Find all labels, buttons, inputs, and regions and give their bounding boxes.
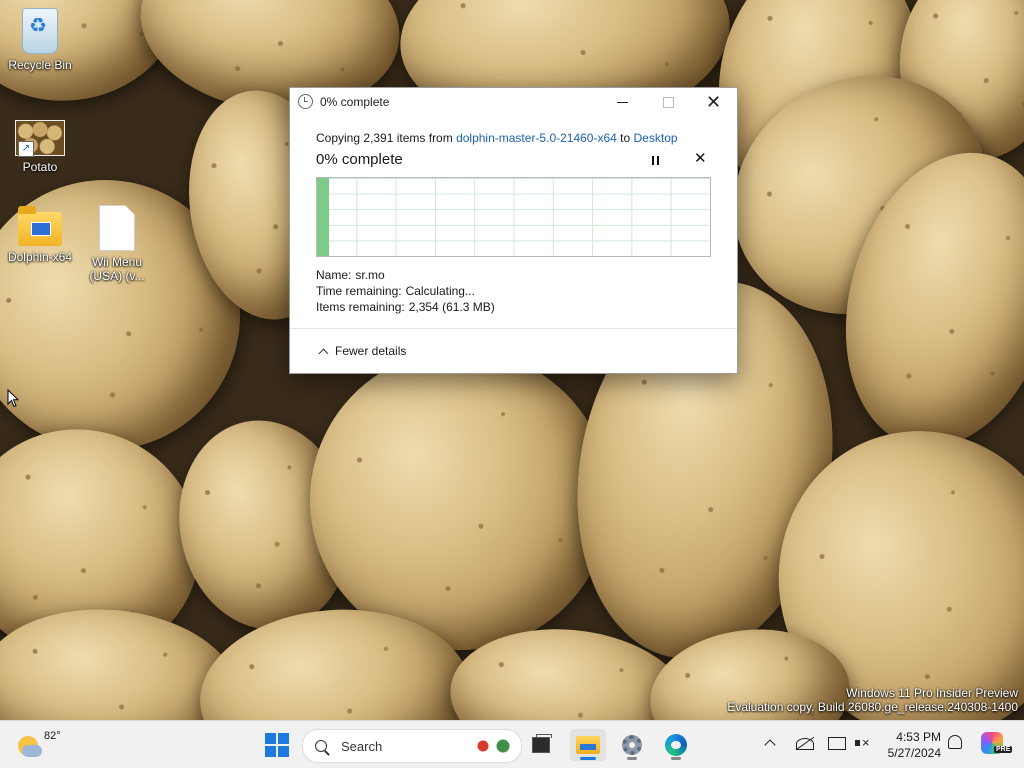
time-label: Time remaining: bbox=[316, 284, 402, 298]
file-icon bbox=[99, 205, 135, 251]
minimize-button[interactable] bbox=[600, 88, 645, 116]
dialog-titlebar[interactable]: 0% complete ✕ bbox=[290, 88, 737, 116]
windows-logo-icon bbox=[265, 733, 276, 744]
desktop-icon-label: Dolphin-x64 bbox=[7, 250, 73, 264]
volume-muted-icon[interactable] bbox=[855, 735, 871, 752]
chevron-up-icon bbox=[318, 348, 329, 358]
image-shortcut-icon: ↗ bbox=[15, 120, 65, 157]
windows-logo-icon bbox=[278, 746, 289, 757]
weather-icon bbox=[18, 736, 42, 757]
detail-name: Name: sr.mo bbox=[316, 268, 385, 282]
maximize-button bbox=[646, 88, 691, 116]
search-placeholder: Search bbox=[341, 738, 383, 754]
running-indicator bbox=[580, 757, 596, 760]
start-button[interactable] bbox=[265, 733, 289, 757]
progress-fill bbox=[317, 178, 329, 256]
desktop-icon-label: Recycle Bin bbox=[8, 58, 72, 72]
fewer-details-button[interactable]: Fewer details bbox=[318, 344, 407, 358]
clock-date: 5/27/2024 bbox=[887, 746, 941, 760]
weather-temperature: 82° bbox=[44, 730, 61, 742]
destination-link[interactable]: Desktop bbox=[634, 131, 678, 145]
task-view-icon bbox=[532, 734, 552, 753]
search-icon bbox=[315, 740, 327, 752]
items-value: 2,354 (61.3 MB) bbox=[408, 300, 495, 314]
pause-button[interactable] bbox=[647, 153, 663, 167]
windows-watermark: Windows 11 Pro Insider Preview Evaluatio… bbox=[727, 686, 1018, 714]
desktop-icon-label-line1: Wii Menu bbox=[91, 255, 142, 269]
fewer-details-label: Fewer details bbox=[335, 344, 407, 358]
copy-progress-dialog[interactable]: 0% complete ✕ Copying 2,391 items from d… bbox=[289, 87, 738, 374]
items-label: Items remaining: bbox=[316, 300, 405, 314]
clock-icon bbox=[298, 94, 313, 109]
dialog-divider bbox=[290, 328, 737, 329]
task-view-button[interactable] bbox=[523, 729, 559, 761]
watermark-line2: Evaluation copy. Build 26080.ge_release.… bbox=[727, 700, 1018, 714]
search-highlight-icon bbox=[473, 736, 513, 756]
close-icon: ✕ bbox=[694, 150, 707, 167]
detail-time-remaining: Time remaining: Calculating... bbox=[316, 284, 475, 298]
desktop-icon-label: Potato bbox=[22, 160, 58, 174]
dialog-title: 0% complete bbox=[320, 95, 390, 109]
running-indicator bbox=[627, 757, 637, 760]
pause-icon bbox=[651, 155, 654, 165]
mouse-cursor-icon bbox=[7, 389, 19, 408]
notification-bell-icon[interactable] bbox=[948, 735, 962, 749]
cancel-copy-button[interactable]: ✕ bbox=[694, 149, 707, 167]
windows-logo-icon bbox=[265, 746, 276, 757]
show-hidden-icons-chevron-icon[interactable] bbox=[764, 739, 776, 751]
shortcut-arrow-icon: ↗ bbox=[18, 141, 34, 157]
folder-icon bbox=[18, 206, 62, 246]
source-folder-link[interactable]: dolphin-master-5.0-21460-x64 bbox=[456, 131, 617, 145]
desktop-icon-recycle-bin[interactable]: ♻ Recycle Bin bbox=[2, 8, 78, 72]
weather-widget[interactable]: 82° bbox=[18, 730, 61, 757]
windows-logo-icon bbox=[278, 733, 289, 744]
clock-time: 4:53 PM bbox=[896, 730, 941, 744]
copy-summary: Copying 2,391 items from dolphin-master-… bbox=[316, 131, 678, 145]
desktop-icon-potato[interactable]: ↗ Potato bbox=[2, 112, 78, 174]
network-disconnected-icon[interactable] bbox=[796, 738, 814, 750]
watermark-line1: Windows 11 Pro Insider Preview bbox=[846, 686, 1018, 700]
taskbar: 82° Search 4:53 PM 5/27/2024 PRE bbox=[0, 720, 1024, 768]
settings-button[interactable] bbox=[614, 729, 650, 761]
edge-button[interactable] bbox=[658, 729, 694, 761]
desktop-icon-dolphin-x64[interactable]: Dolphin-x64 bbox=[2, 202, 78, 264]
copilot-pre-badge: PRE bbox=[994, 746, 1013, 753]
close-icon: ✕ bbox=[705, 91, 722, 112]
pause-icon bbox=[656, 155, 659, 165]
gear-icon bbox=[622, 735, 642, 755]
desktop-icon-label-line2: (USA) (v... bbox=[89, 269, 145, 283]
detail-items-remaining: Items remaining: 2,354 (61.3 MB) bbox=[316, 300, 495, 314]
copy-prefix-text: Copying 2,391 items from bbox=[316, 131, 457, 145]
taskbar-clock[interactable]: 4:53 PM 5/27/2024 bbox=[885, 729, 941, 761]
desktop-icon-wii-menu[interactable]: Wii Menu (USA) (v... bbox=[79, 205, 155, 283]
file-explorer-icon bbox=[576, 736, 600, 754]
copy-mid-text: to bbox=[616, 131, 634, 145]
minimize-icon bbox=[617, 101, 628, 103]
transfer-speed-graph bbox=[316, 177, 711, 257]
file-explorer-button[interactable] bbox=[570, 729, 606, 761]
edge-browser-icon bbox=[665, 734, 687, 756]
name-value: sr.mo bbox=[355, 268, 385, 282]
taskbar-search-box[interactable]: Search bbox=[302, 729, 522, 763]
time-value: Calculating... bbox=[405, 284, 475, 298]
recycle-bin-icon: ♻ bbox=[22, 8, 58, 54]
progress-status: 0% complete bbox=[316, 151, 403, 168]
maximize-icon bbox=[663, 96, 674, 108]
running-indicator bbox=[671, 757, 681, 760]
display-icon[interactable] bbox=[828, 737, 846, 750]
name-label: Name: bbox=[316, 268, 352, 282]
close-button[interactable]: ✕ bbox=[691, 88, 736, 116]
